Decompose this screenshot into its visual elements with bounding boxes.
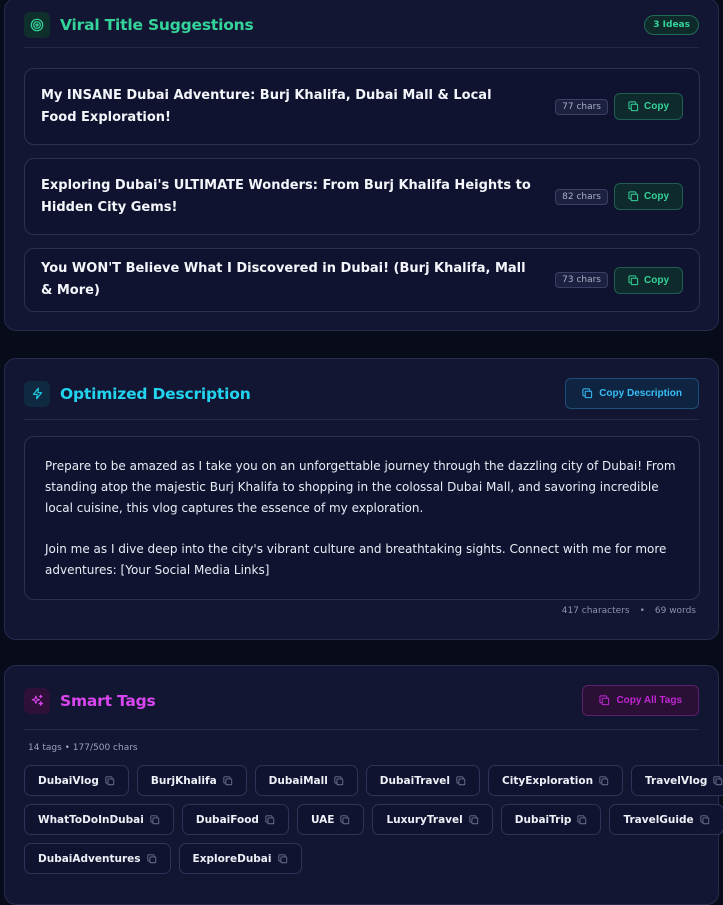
viral-titles-card: Viral Title Suggestions 3 Ideas My INSAN… xyxy=(4,0,719,331)
tag-label: LuxuryTravel xyxy=(386,813,463,826)
copy-title-button[interactable]: Copy xyxy=(614,93,683,120)
tag-label: DubaiTrip xyxy=(514,813,572,826)
copy-icon xyxy=(713,775,723,785)
tag-chip[interactable]: UAE xyxy=(296,804,365,835)
title-suggestion-1: My INSANE Dubai Adventure: Burj Khalifa,… xyxy=(24,68,700,145)
tag-label: CityExploration xyxy=(502,774,594,787)
title-suggestion-2: Exploring Dubai's ULTIMATE Wonders: From… xyxy=(24,158,700,235)
copy-description-button[interactable]: Copy Description xyxy=(565,378,699,409)
title-suggestion-text: Exploring Dubai's ULTIMATE Wonders: From… xyxy=(41,177,531,215)
tag-row: DubaiVlog BurjKhalifa DubaiMall DubaiTravel… xyxy=(24,765,723,796)
copy-icon xyxy=(599,775,609,785)
tag-chip[interactable]: DubaiAdventures xyxy=(24,843,171,874)
description-paragraph-1: Prepare to be amazed as I take you on an… xyxy=(45,459,676,515)
tag-label: ExploreDubai xyxy=(192,852,272,865)
viral-titles-divider xyxy=(24,47,699,48)
tag-label: DubaiMall xyxy=(268,774,328,787)
title-suggestion-text: My INSANE Dubai Adventure: Burj Khalifa,… xyxy=(41,87,492,125)
optimized-description-card: Optimized Description Copy Description P… xyxy=(4,358,719,640)
title-suggestion-3: You WON'T Believe What I Discovered in D… xyxy=(24,248,700,312)
tag-label: TravelVlog xyxy=(645,774,708,787)
tags-divider xyxy=(24,729,699,730)
stats-separator: • xyxy=(639,606,645,616)
copy-icon xyxy=(700,814,709,824)
target-icon xyxy=(24,12,50,38)
copy-icon xyxy=(340,814,350,824)
lightning-icon xyxy=(24,380,50,407)
tag-chip[interactable]: WhatToDoInDubai xyxy=(24,804,174,835)
description-paragraph-2: Join me as I dive deep into the city's v… xyxy=(45,542,667,577)
copy-title-button[interactable]: Copy xyxy=(614,266,683,294)
copy-all-tags-button[interactable]: Copy All Tags xyxy=(582,685,699,716)
character-count: 417 characters xyxy=(561,606,630,616)
tag-label: TravelGuide xyxy=(623,813,694,826)
copy-icon xyxy=(628,274,639,285)
char-count-badge: 82 chars xyxy=(555,188,608,205)
tag-chip[interactable]: DubaiFood xyxy=(181,804,289,835)
copy-icon xyxy=(628,191,639,202)
copy-description-label: Copy Description xyxy=(599,388,682,399)
copy-icon xyxy=(334,775,344,785)
viral-titles-heading: Viral Title Suggestions xyxy=(60,16,254,34)
char-count-badge: 77 chars xyxy=(555,98,608,115)
copy-icon xyxy=(265,814,275,824)
copy-icon xyxy=(105,775,115,785)
copy-icon xyxy=(277,853,287,863)
description-textbox[interactable]: Prepare to be amazed as I take you on an… xyxy=(24,436,700,600)
copy-icon xyxy=(456,775,466,785)
copy-icon xyxy=(469,814,478,824)
tag-chip[interactable]: DubaiMall xyxy=(254,765,358,796)
tags-meta: 14 tags • 177/500 chars xyxy=(28,743,138,753)
copy-all-tags-label: Copy All Tags xyxy=(616,695,682,706)
description-divider xyxy=(24,419,699,420)
tag-list: DubaiVlog BurjKhalifa DubaiMall DubaiTravel… xyxy=(24,765,723,882)
char-count-badge: 73 chars xyxy=(555,272,608,288)
tag-chip[interactable]: DubaiVlog xyxy=(24,765,129,796)
viral-titles-header: Viral Title Suggestions 3 Ideas xyxy=(24,12,699,38)
tags-heading: Smart Tags xyxy=(60,691,156,710)
copy-icon xyxy=(577,814,587,824)
copy-icon xyxy=(150,814,160,824)
tag-chip[interactable]: TravelVlog xyxy=(631,765,723,796)
tag-label: DubaiTravel xyxy=(379,774,451,787)
sparkles-icon xyxy=(24,687,50,714)
tag-chip[interactable]: BurjKhalifa xyxy=(136,765,247,796)
smart-tags-card: Smart Tags Copy All Tags 14 tags • 177/5… xyxy=(4,665,723,905)
tag-chip[interactable]: CityExploration xyxy=(488,765,624,796)
copy-icon xyxy=(628,101,639,112)
tag-row: WhatToDoInDubai DubaiFood UAE LuxuryTravel D… xyxy=(24,804,723,835)
tag-chip[interactable]: DubaiTravel xyxy=(365,765,481,796)
copy-title-label: Copy xyxy=(644,101,669,112)
tag-label: UAE xyxy=(310,813,335,826)
tag-chip[interactable]: LuxuryTravel xyxy=(372,804,493,835)
description-stats: 417 characters • 69 words xyxy=(562,606,696,616)
title-suggestion-text: You WON'T Believe What I Discovered in D… xyxy=(41,261,526,298)
copy-title-label: Copy xyxy=(644,274,669,286)
copy-icon xyxy=(223,775,232,785)
description-header: Optimized Description Copy Description xyxy=(24,378,699,409)
tag-chip[interactable]: ExploreDubai xyxy=(178,843,302,874)
word-count: 69 words xyxy=(654,606,696,616)
tag-chip[interactable]: DubaiTrip xyxy=(500,804,602,835)
tag-label: WhatToDoInDubai xyxy=(38,813,144,826)
tag-chip[interactable]: TravelGuide xyxy=(609,804,723,835)
tag-label: DubaiFood xyxy=(195,813,259,826)
tag-label: DubaiAdventures xyxy=(38,852,141,865)
ideas-count-badge: 3 Ideas xyxy=(644,15,699,35)
tag-row: DubaiAdventures ExploreDubai xyxy=(24,843,699,874)
tag-label: BurjKhalifa xyxy=(150,774,217,787)
copy-title-label: Copy xyxy=(644,191,669,202)
copy-icon xyxy=(582,388,593,399)
copy-icon xyxy=(146,853,156,863)
copy-title-button[interactable]: Copy xyxy=(614,183,683,210)
copy-icon xyxy=(599,695,610,706)
tags-header: Smart Tags Copy All Tags xyxy=(24,685,699,716)
tag-label: DubaiVlog xyxy=(38,774,99,787)
description-heading: Optimized Description xyxy=(60,384,251,403)
